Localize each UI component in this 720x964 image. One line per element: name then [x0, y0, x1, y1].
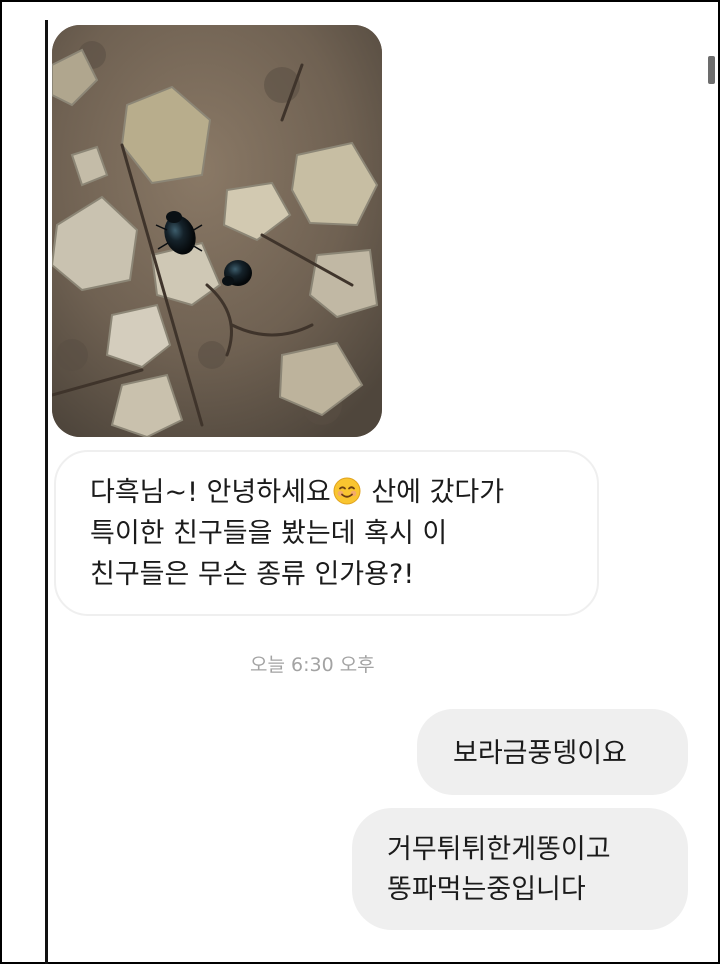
outgoing-message-line: 보라금풍뎅이요 — [453, 738, 627, 769]
message-timestamp: 오늘 6:30 오후 — [250, 654, 375, 676]
incoming-message-line-3: 친구들은 무슨 종류 인가용?! — [90, 559, 415, 590]
incoming-message-text: 다흑님~! 안녕하세요 — [90, 477, 331, 508]
outgoing-message-bubble[interactable]: 보라금풍뎅이요 — [417, 709, 688, 795]
photo-attachment[interactable] — [52, 25, 382, 437]
incoming-message-bubble[interactable]: 다흑님~! 안녕하세요 산에 갔다가 특이한 친구들을 봤는데 혹시 이 친구들… — [54, 450, 599, 616]
outgoing-message-line: 똥파먹는중입니다 — [387, 874, 586, 905]
left-border-line — [45, 20, 48, 964]
beetles-photo — [52, 25, 382, 437]
incoming-message-line-2: 특이한 친구들을 봤는데 혹시 이 — [90, 518, 448, 549]
outgoing-message-bubble[interactable]: 거무튀튀한게똥이고 똥파먹는중입니다 — [352, 808, 688, 930]
scrollbar-thumb[interactable] — [708, 56, 715, 84]
outgoing-message-line: 거무튀튀한게똥이고 — [387, 834, 611, 865]
smiling-face-emoji-icon — [333, 477, 361, 505]
incoming-message-line-1: 다흑님~! 안녕하세요 산에 갔다가 — [90, 472, 597, 513]
incoming-message-text: 산에 갔다가 — [362, 477, 505, 508]
